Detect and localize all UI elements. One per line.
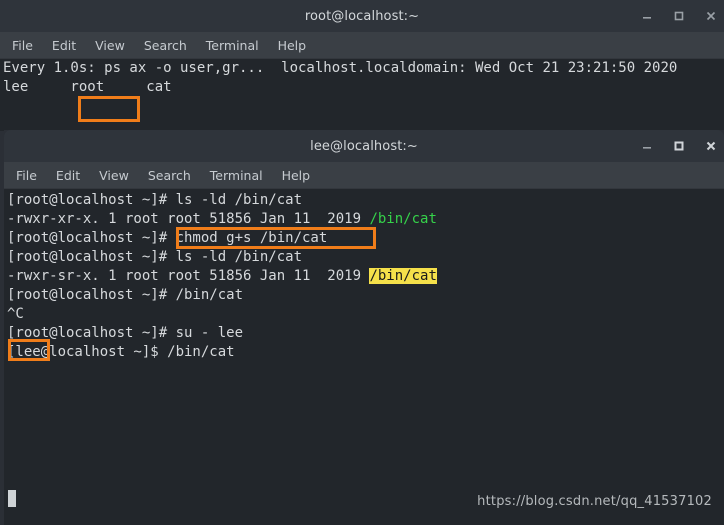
menu-item-view[interactable]: View	[99, 168, 129, 183]
terminal-line: [root@localhost ~]# chmod g+s /bin/cat	[7, 230, 328, 246]
minimize-icon[interactable]	[640, 139, 654, 153]
watermark-url: https://blog.csdn.net/qq_41537102	[477, 494, 712, 509]
maximize-icon[interactable]	[672, 139, 686, 153]
menu-item-view[interactable]: View	[95, 38, 125, 53]
maximize-icon[interactable]	[672, 9, 686, 23]
terminal-output-lee[interactable]: [root@localhost ~]# ls -ld /bin/cat -rwx…	[4, 189, 724, 525]
menu-item-terminal[interactable]: Terminal	[210, 168, 263, 183]
terminal-output-root[interactable]: Every 1.0s: ps ax -o user,gr... localhos…	[0, 59, 724, 131]
menu-item-edit[interactable]: Edit	[52, 38, 76, 53]
terminal-line: [root@localhost ~]# /bin/cat	[7, 287, 244, 303]
window-title-lee: lee@localhost:~	[310, 138, 418, 154]
close-icon[interactable]	[704, 9, 718, 23]
menu-item-search[interactable]: Search	[148, 168, 191, 183]
screen-root: root@localhost:~ File Edit View Search T…	[0, 0, 724, 525]
line-text: -rwxr-sr-x. 1 root root 51856 Jan 11 201…	[7, 268, 370, 284]
ps-output-line: lee root cat	[3, 79, 172, 95]
terminal-window-lee[interactable]: lee@localhost:~ File Edit View Search Te…	[4, 130, 724, 525]
terminal-line: [root@localhost ~]# ls -ld /bin/cat	[7, 192, 303, 208]
menu-item-help[interactable]: Help	[278, 38, 307, 53]
menu-item-file[interactable]: File	[12, 38, 33, 53]
terminal-cursor	[8, 490, 16, 507]
menu-item-edit[interactable]: Edit	[56, 168, 80, 183]
menu-item-search[interactable]: Search	[144, 38, 187, 53]
line-text: -rwxr-xr-x. 1 root root 51856 Jan 11 201…	[7, 211, 370, 227]
window-controls-root	[640, 0, 718, 32]
menu-item-terminal[interactable]: Terminal	[206, 38, 259, 53]
terminal-window-root[interactable]: root@localhost:~ File Edit View Search T…	[0, 0, 724, 131]
watch-header-line: Every 1.0s: ps ax -o user,gr... localhos…	[3, 60, 678, 76]
terminal-line: [root@localhost ~]# ls -ld /bin/cat	[7, 249, 303, 265]
titlebar-root-window[interactable]: root@localhost:~	[0, 0, 724, 32]
close-icon[interactable]	[704, 139, 718, 153]
menubar-lee-window: File Edit View Search Terminal Help	[4, 162, 724, 189]
terminal-line: ^C	[7, 306, 24, 322]
menu-item-file[interactable]: File	[16, 168, 37, 183]
window-title-root: root@localhost:~	[304, 8, 420, 24]
menu-item-help[interactable]: Help	[282, 168, 311, 183]
terminal-line: [lee@localhost ~]$ /bin/cat	[7, 344, 235, 360]
terminal-line: [root@localhost ~]# su - lee	[7, 325, 244, 341]
window-controls-lee	[640, 130, 718, 162]
path-highlighted: /bin/cat	[369, 268, 437, 284]
titlebar-lee-window[interactable]: lee@localhost:~	[4, 130, 724, 162]
terminal-line: -rwxr-sr-x. 1 root root 51856 Jan 11 201…	[4, 267, 724, 286]
terminal-line: -rwxr-xr-x. 1 root root 51856 Jan 11 201…	[4, 210, 724, 229]
path-green: /bin/cat	[369, 211, 437, 227]
minimize-icon[interactable]	[640, 9, 654, 23]
menubar-root-window: File Edit View Search Terminal Help	[0, 32, 724, 59]
